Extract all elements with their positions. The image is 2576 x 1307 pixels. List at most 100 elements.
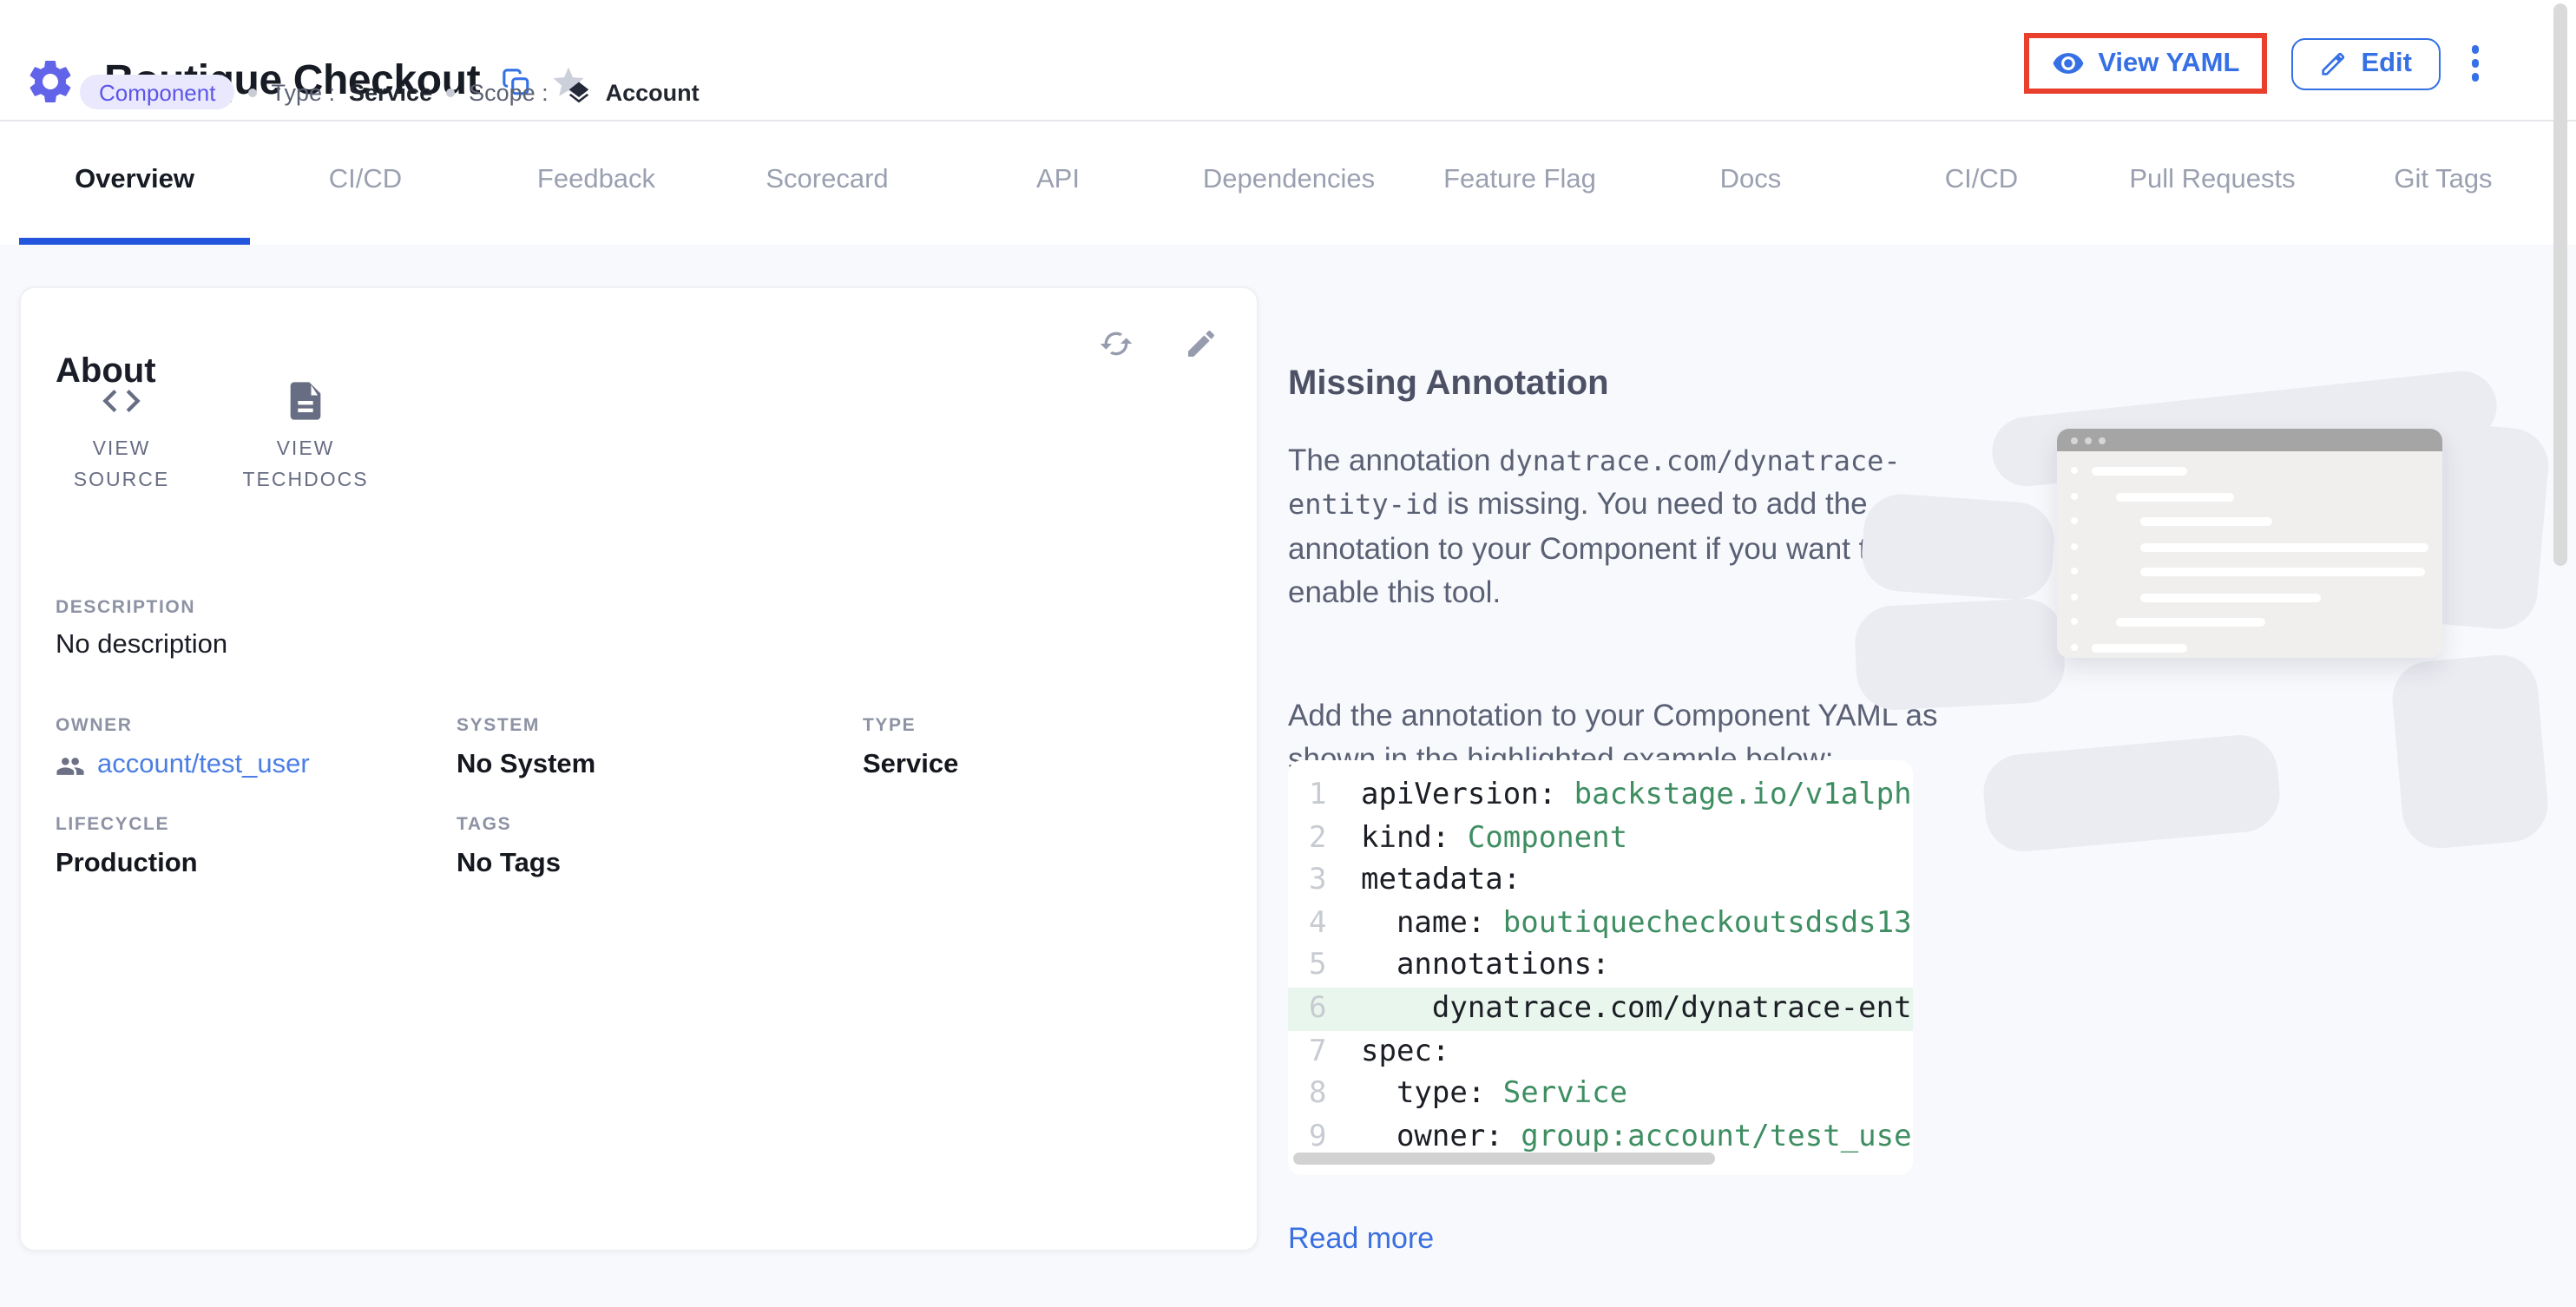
code-value: Service [1503,1073,1627,1115]
code-line: 1 apiVersion: backstage.io/v1alph [1288,774,1913,817]
kind-badge: Component [80,75,234,109]
illustration-titlebar [2057,429,2442,451]
dot-separator [446,88,455,96]
tab-cicd[interactable]: CI/CD [250,122,481,245]
code-key: dynatrace.com/dynatrace-ent [1361,988,1912,1030]
system-label: SYSTEM [457,715,540,736]
scope-label: Scope : [469,79,549,105]
code-key: type: [1361,1073,1503,1115]
view-yaml-button[interactable]: View YAML [2023,33,2267,94]
tab-api[interactable]: API [943,122,1173,245]
entity-page: Boutique Checkout Component Type : Servi… [0,0,2576,1307]
scribble-blob [2389,652,2551,851]
description-label: DESCRIPTION [56,597,195,618]
code-value: boutiquecheckoutsdsds13 [1503,903,1912,945]
line-number: 3 [1309,859,1340,902]
tags-value: No Tags [457,849,561,880]
component-gear-icon [24,56,76,108]
edit-label: Edit [2361,48,2412,79]
edit-button[interactable]: Edit [2291,37,2440,89]
tab-feature-flag[interactable]: Feature Flag [1404,122,1635,245]
read-more-link[interactable]: Read more [1288,1222,1434,1257]
code-key: kind: [1361,817,1468,859]
entity-content: About VIEW SOURCE VIEW TECHDOCS DESCRIPT… [0,245,2576,1307]
eye-icon [2051,47,2084,80]
scribble-blob [1853,597,2067,712]
lifecycle-label: LIFECYCLE [56,814,169,835]
view-techdocs-button[interactable]: VIEW TECHDOCS [222,378,389,496]
type-value: Service [349,79,432,105]
about-card-actions [1099,326,1219,361]
refresh-icon[interactable] [1099,326,1134,361]
code-line: 3 metadata: [1288,859,1913,902]
line-number: 5 [1309,945,1340,988]
header-actions: View YAML Edit [2023,33,2486,94]
view-source-label: VIEW SOURCE [43,434,200,496]
code-value: backstage.io/v1alph [1574,774,1912,817]
scope-value: Account [606,79,700,105]
people-icon [56,751,85,780]
code-line: 2 kind: Component [1288,817,1913,859]
tab-overview[interactable]: Overview [19,122,250,245]
dot-separator [248,88,257,96]
owner-value: account/test_user [97,750,310,781]
annotation-intro-text: The annotation dynatrace.com/dynatrace-e… [1288,438,1944,615]
tags-label: TAGS [457,814,511,835]
line-number: 2 [1309,817,1340,859]
view-yaml-label: View YAML [2098,48,2239,79]
about-quick-links: VIEW SOURCE VIEW TECHDOCS [38,378,389,496]
code-window-illustration [1883,397,2546,814]
code-line: 7 spec: [1288,1030,1913,1073]
code-key: spec: [1361,1030,1449,1073]
code-key: annotations: [1361,945,1610,988]
entity-meta-row: Component Type : Service Scope : Account [80,75,700,109]
tab-docs[interactable]: Docs [1635,122,1866,245]
line-number: 6 [1309,988,1340,1030]
code-horizontal-scrollbar[interactable] [1293,1153,1715,1165]
pencil-icon [2319,49,2347,77]
entity-tab-bar: Overview CI/CD Feedback Scorecard API De… [0,122,2576,245]
code-line: 4 name: boutiquecheckoutsdsds13 [1288,903,1913,945]
tab-scorecard[interactable]: Scorecard [712,122,943,245]
tab-pull-requests[interactable]: Pull Requests [2097,122,2328,245]
owner-link[interactable]: account/test_user [56,750,310,781]
line-number: 1 [1309,774,1340,817]
tab-git-tags[interactable]: Git Tags [2328,122,2559,245]
code-key: name: [1361,903,1503,945]
document-icon [283,378,328,424]
lifecycle-value: Production [56,849,198,880]
view-source-button[interactable]: VIEW SOURCE [38,378,205,496]
description-value: No description [56,630,227,661]
scribble-blob [1859,491,2056,601]
view-techdocs-label: VIEW TECHDOCS [227,434,384,496]
line-number: 4 [1309,903,1340,945]
entity-header: Boutique Checkout Component Type : Servi… [0,0,2576,122]
line-number: 8 [1309,1073,1340,1115]
more-options-button[interactable] [2464,39,2486,89]
about-card: About VIEW SOURCE VIEW TECHDOCS DESCRIPT… [19,286,1258,1251]
tab-cicd-2[interactable]: CI/CD [1866,122,2097,245]
code-line-highlighted: 6 dynatrace.com/dynatrace-ent [1288,988,1913,1030]
code-icon [99,378,144,424]
type-field-value: Service [863,750,958,781]
yaml-code-lines: 1 apiVersion: backstage.io/v1alph 2 kind: … [1288,760,1913,1159]
missing-annotation-title: Missing Annotation [1288,364,1609,404]
layers-icon [566,79,592,105]
tab-feedback[interactable]: Feedback [481,122,712,245]
vertical-scrollbar[interactable] [2553,3,2567,566]
code-line: 8 type: Service [1288,1073,1913,1115]
line-number: 7 [1309,1030,1340,1073]
tab-dependencies[interactable]: Dependencies [1173,122,1404,245]
code-value: Component [1468,817,1627,859]
scribble-blob [1981,732,2283,854]
illustration-window [2057,429,2442,658]
intro-prefix: The annotation [1288,442,1499,476]
yaml-code-block: 1 apiVersion: backstage.io/v1alph 2 kind: … [1288,760,1913,1175]
code-line: 5 annotations: [1288,945,1913,988]
edit-about-icon[interactable] [1184,326,1219,361]
owner-label: OWNER [56,715,133,736]
type-field-label: TYPE [863,715,916,736]
code-key: apiVersion: [1361,774,1574,817]
system-value: No System [457,750,595,781]
code-key: metadata: [1361,859,1521,902]
